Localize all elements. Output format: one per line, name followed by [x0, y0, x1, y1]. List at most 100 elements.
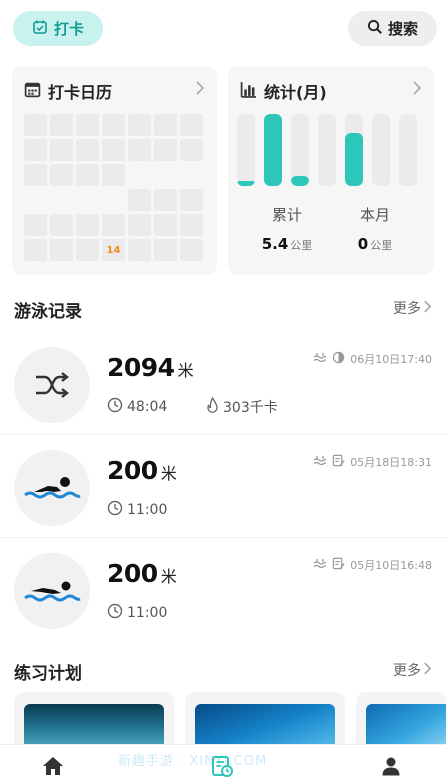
- calendar-card[interactable]: 打卡日历 14: [12, 66, 217, 275]
- calendar-day-cell: [24, 164, 47, 186]
- duration-value: 48:04: [127, 399, 168, 415]
- distance-unit: 米: [177, 361, 194, 380]
- stats-bar: [237, 114, 255, 186]
- practice-plan-more[interactable]: 更多: [393, 660, 432, 680]
- month-label: 本月: [359, 206, 390, 224]
- calendar-day-cell: [154, 164, 177, 186]
- calendar-day-cell: [50, 189, 73, 211]
- home-icon[interactable]: [38, 753, 68, 779]
- pool-icon: [313, 558, 327, 573]
- calendar-day-cell: [50, 114, 73, 136]
- plan-card[interactable]: [356, 692, 446, 752]
- monthly-bars: [237, 114, 425, 186]
- calendar-day-cell: [128, 164, 151, 186]
- shuffle-icon: [14, 347, 90, 423]
- search-button[interactable]: 搜索: [348, 11, 437, 46]
- calendar-day-cell: [180, 239, 203, 261]
- record-distance: 2094 米: [107, 353, 194, 382]
- calendar-day-cell: [102, 189, 125, 211]
- calendar-day-cell: [180, 164, 203, 186]
- total-unit: 公里: [290, 239, 313, 252]
- calendar-card-title: 打卡日历: [48, 83, 113, 102]
- distance-value: 200: [107, 559, 158, 588]
- flame-icon: [206, 396, 219, 417]
- calendar-day-cell: [24, 139, 47, 161]
- calendar-day-cell: [128, 189, 151, 211]
- calendar-day-cell: [154, 239, 177, 261]
- duration-value: 11:00: [127, 502, 168, 518]
- calendar-grid: 14: [24, 114, 207, 261]
- month-number: 0: [357, 235, 369, 253]
- distance-unit: 米: [160, 567, 177, 586]
- calories-value: 303千卡: [223, 400, 278, 416]
- record-calories: 303千卡: [206, 396, 278, 417]
- top-bar: 打卡 搜索: [0, 0, 446, 60]
- calendar-day-cell: [128, 114, 151, 136]
- month-unit: 公里: [370, 239, 393, 252]
- stats-bar: [318, 114, 336, 186]
- calendar-day-cell: [24, 239, 47, 261]
- swim-record[interactable]: 200 米 05月10日16:48 11:00: [0, 539, 446, 641]
- stats-bar-fill: [291, 176, 309, 186]
- stats-bar: [291, 114, 309, 186]
- calendar-check-icon: [32, 19, 48, 39]
- more-label: 更多: [393, 301, 421, 317]
- chevron-right-icon[interactable]: [195, 80, 205, 100]
- calendar-day-cell: [154, 139, 177, 161]
- calendar-day-cell: [128, 214, 151, 236]
- swim-record[interactable]: 200 米 05月18日18:31 11:00: [0, 436, 446, 538]
- stats-bar-fill: [237, 181, 255, 186]
- calendar-day-cell: [50, 139, 73, 161]
- edit-note-icon: [332, 557, 345, 573]
- checkin-label: 打卡: [53, 20, 84, 38]
- checkin-button[interactable]: 打卡: [13, 11, 103, 46]
- calendar-day-cell: [76, 164, 99, 186]
- stats-bar: [264, 114, 282, 186]
- swim-records-more[interactable]: 更多: [393, 298, 432, 318]
- profile-icon[interactable]: [376, 753, 406, 779]
- record-duration: 11:00: [107, 500, 167, 520]
- chevron-right-icon[interactable]: [412, 80, 422, 100]
- calendar-day-cell: [50, 214, 73, 236]
- swim-record[interactable]: 2094 米 06月10日17:40 48:04 303千卡: [0, 333, 446, 435]
- calendar-day-cell: [154, 189, 177, 211]
- calendar-day-cell: [102, 114, 125, 136]
- calendar-day-cell: [76, 139, 99, 161]
- distance-unit: 米: [160, 464, 177, 483]
- record-datetime: 05月18日18:31: [350, 456, 432, 469]
- clock-icon: [107, 603, 123, 623]
- swimmer-icon: [14, 553, 90, 629]
- clock-icon: [107, 397, 123, 417]
- calendar-day-cell: [128, 239, 151, 261]
- calendar-day-cell: [128, 139, 151, 161]
- plan-card[interactable]: [185, 692, 345, 752]
- search-icon: [367, 19, 382, 38]
- calendar-card-header: 打卡日历: [24, 79, 112, 103]
- plan-card[interactable]: [14, 692, 174, 752]
- duration-value: 11:00: [127, 605, 168, 621]
- swim-records-title: 游泳记录: [14, 302, 82, 322]
- chevron-right-icon: [423, 299, 432, 318]
- distance-value: 2094: [107, 353, 175, 382]
- record-meta: 06月10日17:40: [313, 351, 432, 367]
- swimmer-icon: [14, 450, 90, 526]
- stats-bar: [399, 114, 417, 186]
- pool-icon: [313, 455, 327, 470]
- total-number: 5.4: [261, 235, 289, 253]
- calendar-icon: [24, 81, 41, 102]
- calendar-day-cell: [76, 239, 99, 261]
- record-duration: 11:00: [107, 603, 167, 623]
- calendar-day-cell: [24, 214, 47, 236]
- record-datetime: 05月10日16:48: [350, 559, 432, 572]
- record-meta: 05月10日16:48: [313, 557, 432, 573]
- calendar-day-cell: [154, 114, 177, 136]
- stats-card[interactable]: 统计(月) 累计 5.4 公里 本月 0 公里: [228, 66, 434, 275]
- stats-bar: [372, 114, 390, 186]
- bar-chart-icon: [240, 81, 257, 102]
- device-icon: [332, 351, 345, 367]
- stats-bar-fill: [264, 114, 282, 186]
- record-datetime: 06月10日17:40: [350, 353, 432, 366]
- chevron-right-icon: [423, 661, 432, 680]
- record-distance: 200 米: [107, 559, 177, 588]
- calendar-day-cell: [24, 189, 47, 211]
